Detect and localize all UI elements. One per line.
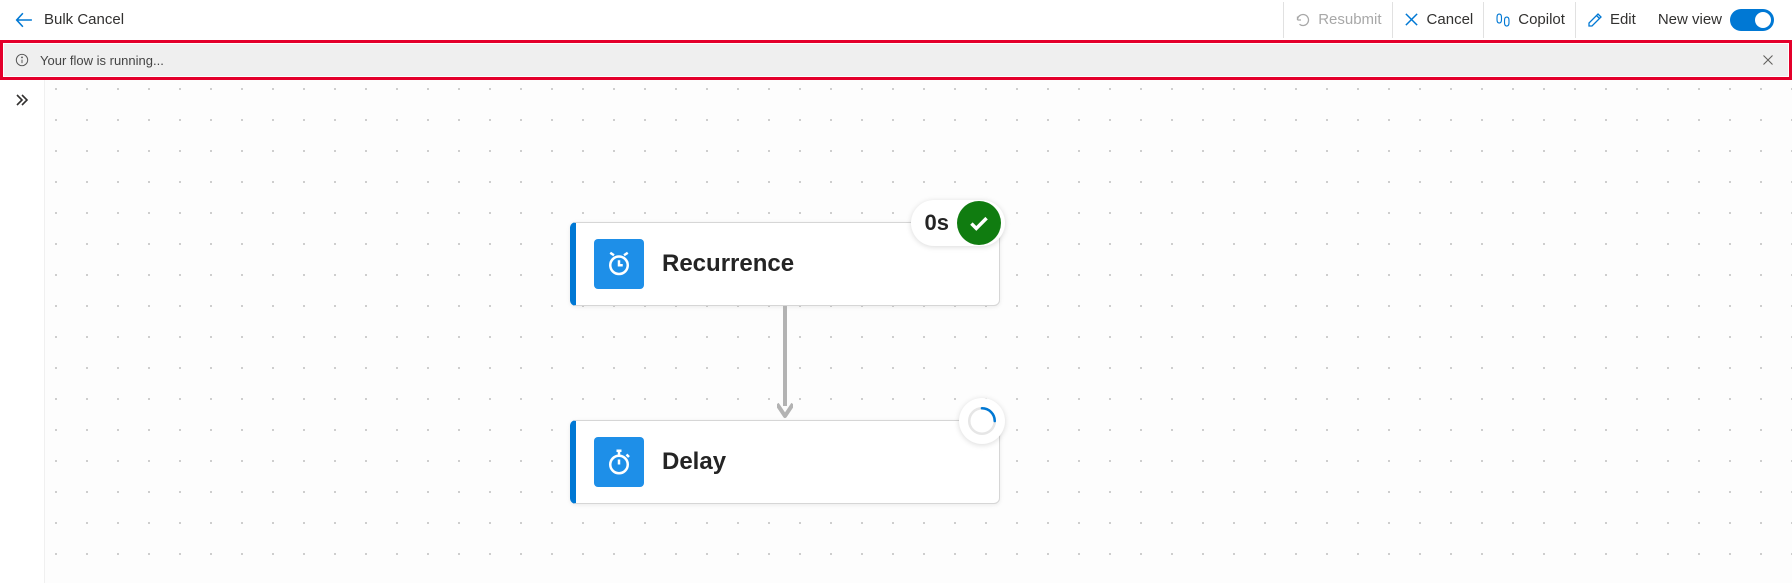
clock-alarm-icon [604,249,634,279]
top-toolbar: Bulk Cancel Resubmit Cancel Copilot Edit… [0,0,1792,40]
info-icon [14,52,30,68]
delay-card-label: Delay [662,448,726,476]
page-title: Bulk Cancel [44,11,124,28]
notification-highlight-frame: Your flow is running... [0,40,1792,80]
resubmit-button: Resubmit [1283,2,1391,38]
copilot-label: Copilot [1518,11,1565,28]
pencil-icon [1586,11,1604,29]
recurrence-card[interactable]: Recurrence 0s [570,222,1000,306]
expand-panel-button[interactable] [8,86,36,114]
cancel-button[interactable]: Cancel [1392,2,1484,38]
toggle-knob [1755,12,1771,28]
copilot-icon [1494,11,1512,29]
notification-close-button[interactable] [1758,50,1778,70]
new-view-toggle[interactable] [1730,9,1774,31]
chevrons-right-icon [14,92,30,108]
notification-text: Your flow is running... [40,53,164,68]
edit-label: Edit [1610,11,1636,28]
new-view-label: New view [1658,11,1722,28]
recurrence-connector-icon [594,239,644,289]
flow-canvas[interactable]: Recurrence 0s Delay [44,80,1792,583]
recurrence-status-pill: 0s [911,200,1005,246]
close-icon [1403,11,1421,29]
recurrence-card-label: Recurrence [662,250,794,278]
delay-card[interactable]: Delay [570,420,1000,504]
copilot-button[interactable]: Copilot [1483,2,1575,38]
new-view-toggle-group: New view [1646,9,1782,31]
delay-running-spinner [959,398,1005,444]
arrow-left-icon [15,11,33,29]
cancel-label: Cancel [1427,11,1474,28]
back-button[interactable] [10,6,38,34]
delay-connector-icon [594,437,644,487]
notification-bar: Your flow is running... [4,44,1788,76]
canvas-row: Recurrence 0s Delay [0,80,1792,583]
edit-button[interactable]: Edit [1575,2,1646,38]
recurrence-duration: 0s [925,210,949,236]
refresh-icon [1294,11,1312,29]
spinner-icon [965,404,999,438]
resubmit-label: Resubmit [1318,11,1381,28]
success-check-icon [957,201,1001,245]
stopwatch-icon [604,447,634,477]
left-rail [0,80,44,583]
connector-arrow [777,306,793,422]
